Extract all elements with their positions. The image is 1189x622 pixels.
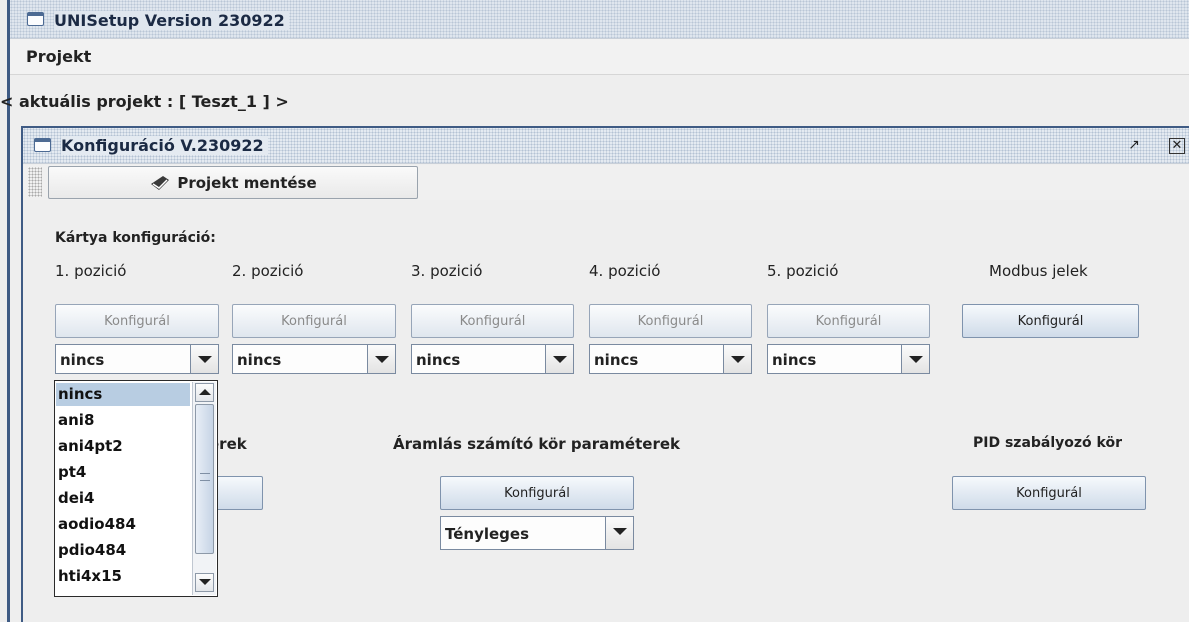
- configure-position-4-button[interactable]: Konfigurál: [589, 304, 752, 338]
- position-5-select[interactable]: nincs: [767, 344, 930, 374]
- toolbar-grip[interactable]: [28, 167, 42, 197]
- position-2-select[interactable]: nincs: [232, 344, 396, 374]
- configure-flow-button[interactable]: Konfigurál: [440, 476, 634, 510]
- list-item[interactable]: pt4: [56, 461, 190, 484]
- close-icon[interactable]: ✕: [1169, 138, 1185, 154]
- config-window-titlebar[interactable]: Konfiguráció V.230922 ↗ ✕: [23, 128, 1189, 164]
- position-3-label: 3. pozició: [411, 262, 483, 280]
- position-4-value: nincs: [594, 351, 639, 369]
- list-item[interactable]: pdio484: [56, 539, 190, 562]
- flow-mode-select[interactable]: Tényleges: [440, 516, 634, 550]
- chevron-down-icon[interactable]: [190, 345, 218, 373]
- position-5-value: nincs: [772, 351, 817, 369]
- position-1-select[interactable]: nincs: [55, 344, 219, 374]
- configure-position-3-button[interactable]: Konfigurál: [411, 304, 574, 338]
- scrollbar-thumb[interactable]: [195, 404, 214, 554]
- chevron-down-icon[interactable]: [545, 345, 573, 373]
- app-window: UNISetup Version 230922 Projekt < aktuál…: [0, 0, 1189, 622]
- list-item[interactable]: hti4x15: [56, 565, 190, 588]
- list-item[interactable]: aodio484: [56, 513, 190, 536]
- window-icon: [27, 12, 44, 26]
- configure-pid-button[interactable]: Konfigurál: [952, 476, 1146, 510]
- window-icon: [34, 138, 51, 152]
- position-1-label: 1. pozició: [55, 262, 127, 280]
- chevron-down-icon[interactable]: [901, 345, 929, 373]
- menu-bar: Projekt: [10, 39, 1189, 75]
- position-4-select[interactable]: nincs: [589, 344, 752, 374]
- card-config-label: Kártya konfiguráció:: [55, 230, 216, 246]
- position-1-dropdown-list[interactable]: nincs ani8 ani4pt2 pt4 dei4 aodio484 pdi…: [54, 380, 218, 597]
- menu-projekt[interactable]: Projekt: [26, 47, 91, 66]
- app-title: UNISetup Version 230922: [54, 11, 289, 30]
- dropdown-scrollbar[interactable]: [192, 382, 216, 595]
- configure-position-1-button[interactable]: Konfigurál: [55, 304, 219, 338]
- configure-position-5-button[interactable]: Konfigurál: [767, 304, 930, 338]
- toolbar: Projekt mentése: [23, 165, 1189, 200]
- position-3-select[interactable]: nincs: [411, 344, 574, 374]
- chevron-down-icon[interactable]: [367, 345, 395, 373]
- configure-position-2-button[interactable]: Konfigurál: [232, 304, 396, 338]
- pid-section-label: PID szabályozó kör: [973, 435, 1123, 451]
- modbus-label: Modbus jelek: [989, 262, 1088, 280]
- list-item[interactable]: ani8: [56, 409, 190, 432]
- save-icon: [151, 175, 170, 190]
- position-2-label: 2. pozició: [232, 262, 304, 280]
- app-titlebar[interactable]: UNISetup Version 230922: [10, 0, 1189, 39]
- config-window-title: Konfiguráció V.230922: [61, 136, 268, 155]
- list-item[interactable]: nincs: [56, 383, 190, 406]
- position-2-value: nincs: [237, 351, 282, 369]
- scroll-up-icon[interactable]: [195, 383, 214, 402]
- position-5-label: 5. pozició: [767, 262, 839, 280]
- scroll-down-icon[interactable]: [195, 573, 214, 592]
- save-project-button[interactable]: Projekt mentése: [48, 166, 418, 199]
- position-1-value: nincs: [60, 351, 105, 369]
- flow-section-label: Áramlás számító kör paraméterek: [393, 435, 680, 453]
- chevron-down-icon[interactable]: [723, 345, 751, 373]
- configure-modbus-button[interactable]: Konfigurál: [962, 304, 1139, 338]
- list-item[interactable]: ani4pt2: [56, 435, 190, 458]
- position-4-label: 4. pozició: [589, 262, 661, 280]
- current-project-label: < aktuális projekt : [ Teszt_1 ] >: [0, 92, 289, 111]
- chevron-down-icon[interactable]: [605, 517, 633, 549]
- save-project-label: Projekt mentése: [177, 173, 317, 192]
- list-item[interactable]: dei4: [56, 487, 190, 510]
- maximize-icon[interactable]: ↗: [1126, 138, 1142, 154]
- position-3-value: nincs: [416, 351, 461, 369]
- flow-mode-value: Tényleges: [445, 525, 530, 543]
